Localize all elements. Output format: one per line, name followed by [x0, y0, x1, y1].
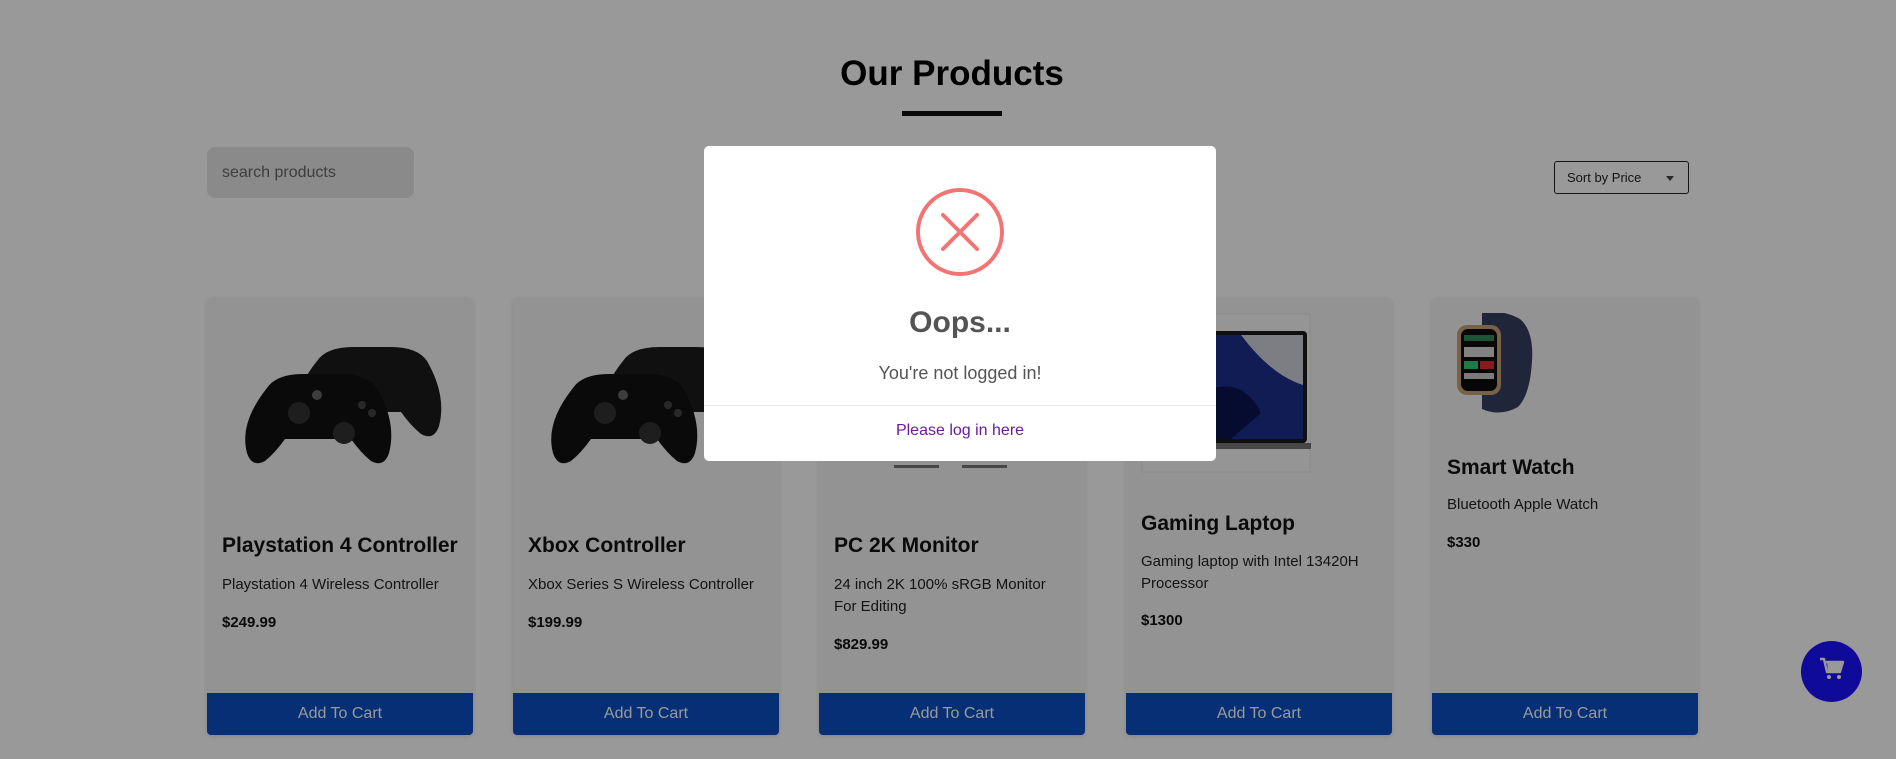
error-dialog: Oops... You're not logged in! Please log…: [704, 146, 1216, 461]
dialog-divider: [704, 405, 1216, 406]
error-x-icon: [914, 186, 1006, 283]
login-link[interactable]: Please log in here: [704, 422, 1216, 440]
dialog-title: Oops...: [909, 306, 1011, 339]
dialog-message: You're not logged in!: [878, 363, 1042, 383]
